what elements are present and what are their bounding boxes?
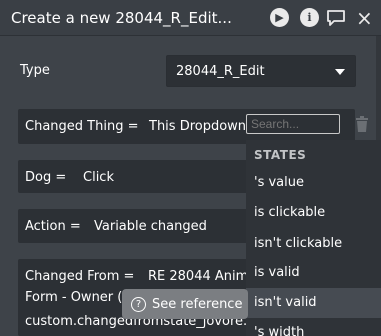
close-icon[interactable]: ×	[356, 6, 373, 30]
dropdown-header: STATES	[254, 148, 307, 162]
changed-thing-label: Changed Thing =	[25, 119, 139, 134]
question-icon: ?	[131, 296, 146, 312]
changed-from-value-line2[interactable]: Form - Owner (l	[25, 290, 126, 305]
type-label: Type	[20, 63, 50, 78]
dropdown-item-highlighted[interactable]: isn't valid	[246, 288, 381, 318]
see-reference-tooltip[interactable]: ? See reference	[122, 289, 248, 319]
search-input[interactable]	[246, 114, 340, 134]
changed-thing-value[interactable]: This Dropdown	[149, 119, 246, 134]
play-icon[interactable]: ▶	[270, 8, 289, 27]
dropdown-item[interactable]: 's width	[246, 318, 381, 336]
type-select-value: 28044_R_Edit	[176, 64, 265, 79]
action-label: Action =	[25, 219, 81, 234]
chevron-down-icon	[335, 69, 345, 75]
dropdown-item[interactable]: is valid	[246, 258, 381, 288]
tooltip-text: See reference	[152, 296, 243, 312]
dog-value[interactable]: Click	[83, 170, 114, 185]
changed-from-value-line1[interactable]: RE 28044 Anima	[148, 269, 256, 284]
dropdown-item[interactable]: 's value	[246, 168, 381, 198]
states-dropdown: STATES 's value is clickable isn't click…	[246, 140, 381, 336]
title-bar: Create a new 28044_R_Edit... ▶ i ×	[0, 0, 381, 36]
changed-from-label: Changed From =	[25, 269, 135, 284]
type-select[interactable]: 28044_R_Edit	[166, 55, 356, 87]
action-value[interactable]: Variable changed	[94, 219, 207, 234]
comment-icon[interactable]	[326, 9, 346, 26]
window-title: Create a new 28044_R_Edit...	[11, 9, 232, 27]
dropdown-item[interactable]: is clickable	[246, 198, 381, 228]
info-icon[interactable]: i	[300, 8, 319, 27]
dropdown-item[interactable]: isn't clickable	[246, 229, 381, 259]
dog-label: Dog =	[25, 170, 67, 185]
trash-icon[interactable]	[355, 116, 369, 132]
